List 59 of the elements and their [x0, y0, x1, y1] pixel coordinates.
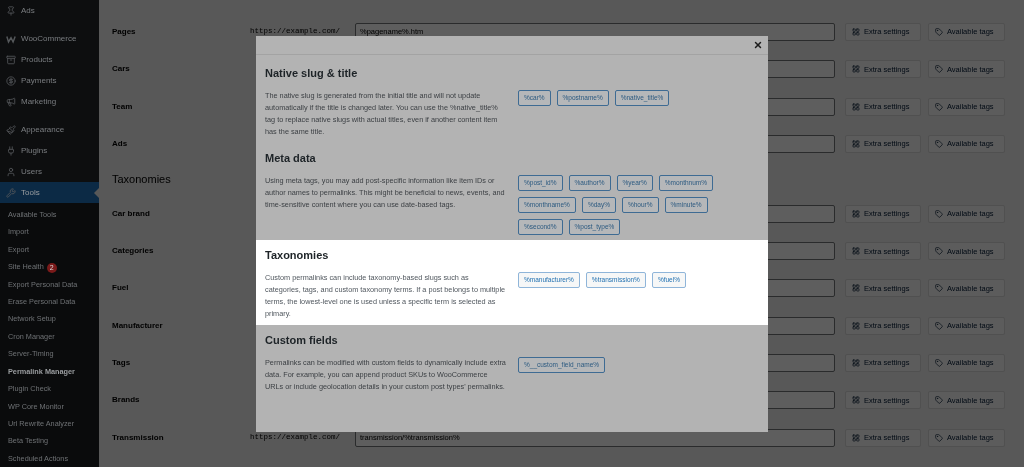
menu-item[interactable]: Users — [0, 161, 99, 182]
tag-icon — [935, 359, 943, 368]
plug-icon — [6, 145, 16, 156]
menu-item[interactable]: Plugins — [0, 140, 99, 161]
close-icon — [753, 40, 763, 50]
pin-icon — [6, 5, 16, 16]
tag-icon — [935, 209, 943, 218]
close-button[interactable] — [752, 39, 764, 51]
tag-icon — [935, 139, 943, 148]
grid-icon — [852, 209, 860, 218]
row-label: Tags — [112, 357, 132, 370]
grid-icon — [852, 359, 860, 368]
row-label: Pages — [112, 26, 137, 38]
row-label: Manufacturer — [112, 319, 164, 332]
tag-icon — [935, 321, 943, 330]
section-heading: Taxonomies — [112, 171, 171, 187]
row-label: Ads — [112, 137, 129, 150]
tag-icon — [935, 396, 943, 405]
tag-icon — [935, 433, 943, 442]
section-title: Taxonomies — [265, 248, 329, 262]
grid-icon — [852, 102, 860, 111]
row-label: Transmission — [112, 431, 165, 444]
row-label: Brands — [112, 394, 141, 407]
grid-icon — [852, 321, 860, 330]
row-label: Cars — [112, 63, 131, 76]
section-title: Custom fields — [265, 333, 338, 347]
grid-icon — [852, 433, 860, 442]
megaphone-icon — [6, 96, 16, 107]
grid-icon — [852, 139, 860, 148]
grid-icon — [852, 65, 860, 74]
current-pointer — [94, 188, 99, 198]
logo-icon — [6, 33, 16, 44]
menu-item[interactable]: Appearance — [0, 119, 99, 140]
grid-icon — [852, 28, 860, 36]
wrench-icon — [6, 187, 16, 198]
grid-icon — [852, 284, 860, 293]
section-title: Native slug & title — [265, 66, 358, 80]
menu-item[interactable]: Ads — [0, 0, 99, 21]
brush-icon — [6, 124, 16, 135]
row-label: Categories — [112, 245, 155, 258]
tag-icon — [935, 65, 943, 74]
menu-item[interactable]: Products — [0, 49, 99, 70]
tag-icon — [935, 28, 943, 36]
menu-item[interactable]: Marketing — [0, 91, 99, 112]
section-title: Meta data — [265, 151, 316, 165]
menu-item[interactable]: Payments — [0, 70, 99, 91]
grid-icon — [852, 247, 860, 256]
menu-item[interactable]: Tools — [0, 182, 99, 203]
user-icon — [6, 166, 16, 177]
tag-icon — [935, 284, 943, 293]
dollar-icon — [6, 75, 16, 86]
menu-item[interactable]: WooCommerce — [0, 28, 99, 49]
tag-icon — [935, 247, 943, 256]
grid-icon — [852, 396, 860, 405]
tag-icon — [935, 102, 943, 111]
row-label: Fuel — [112, 282, 130, 295]
row-label: Team — [112, 100, 134, 113]
archive-icon — [6, 54, 16, 65]
row-label: Car brand — [112, 207, 151, 220]
